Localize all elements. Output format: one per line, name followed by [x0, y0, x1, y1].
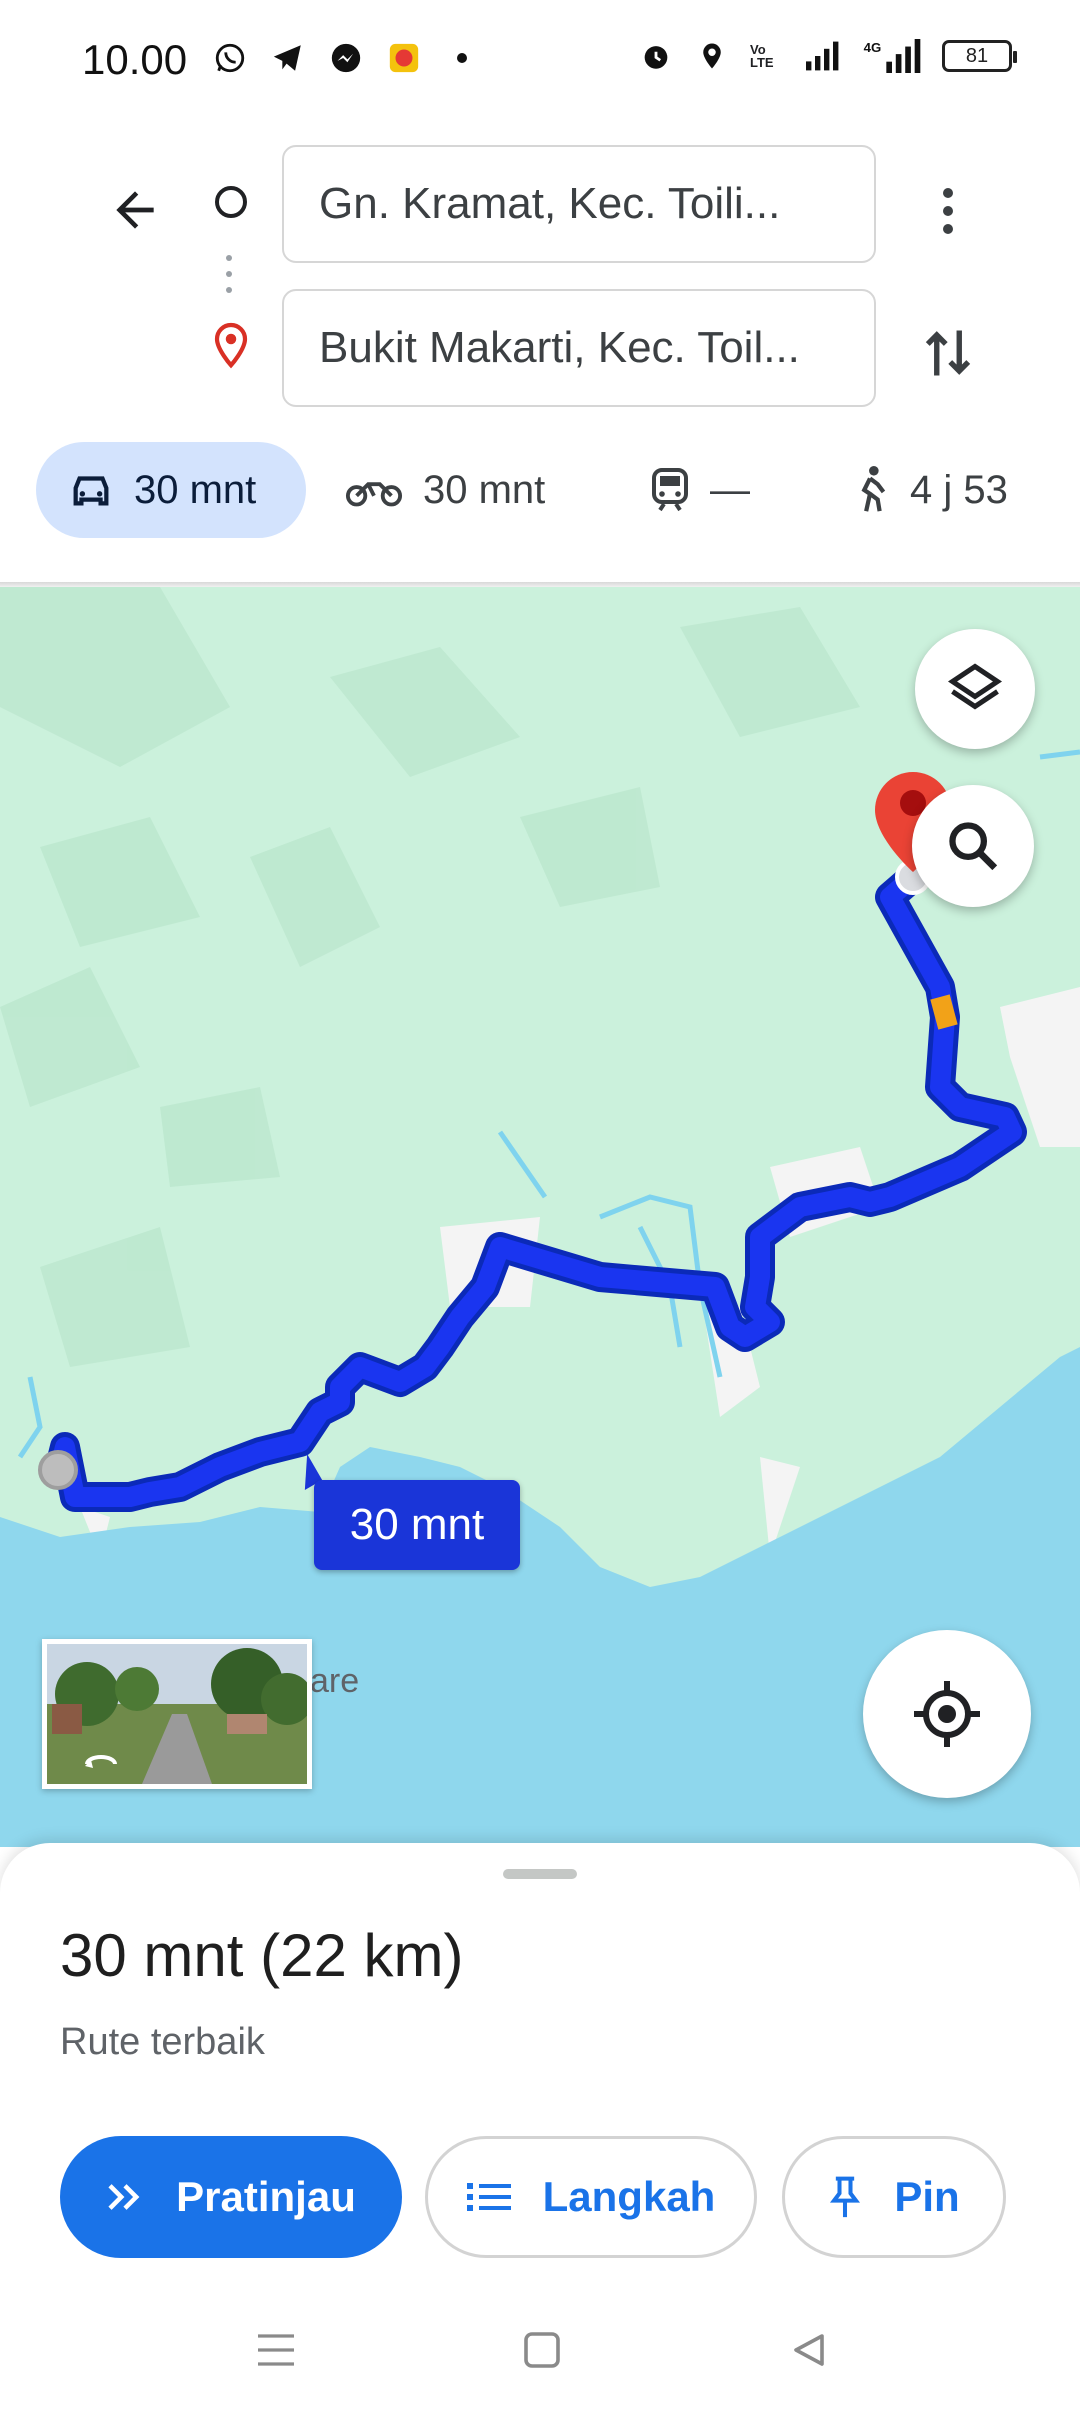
- more-vert-icon: [943, 188, 953, 234]
- preview-label: Pratinjau: [176, 2173, 356, 2220]
- mode-motorcycle[interactable]: 30 mnt: [345, 442, 545, 538]
- mode-transit-label: —: [710, 467, 750, 512]
- double-chevron-icon: [108, 2184, 140, 2210]
- telegram-icon: [270, 40, 306, 76]
- street-view-image: [47, 1644, 307, 1784]
- route-summary: 30 mnt (22 km): [60, 1922, 464, 1989]
- system-icons: Vo LTE 4G 81: [638, 38, 1017, 74]
- motorcycle-icon: [345, 482, 403, 507]
- mode-walk[interactable]: 4 j 53: [850, 442, 1008, 538]
- pushpin-icon: [830, 2176, 861, 2218]
- layers-icon: [947, 663, 1003, 710]
- mode-motorcycle-label: 30 mnt: [423, 467, 546, 512]
- mode-car[interactable]: 30 mnt: [36, 442, 306, 538]
- drag-handle[interactable]: [503, 1869, 577, 1879]
- pin-label: Pin: [894, 2173, 960, 2220]
- route-connector-dots: [226, 255, 232, 293]
- steps-button[interactable]: Langkah: [425, 2136, 757, 2258]
- home-button[interactable]: [512, 2320, 572, 2380]
- mode-walk-label: 4 j 53: [910, 467, 1008, 512]
- car-icon: [73, 476, 109, 506]
- origin-circle-icon: [215, 186, 247, 218]
- more-notifications-dot-icon: [444, 40, 480, 76]
- alarm-icon: [638, 38, 674, 74]
- arrow-back-icon: [116, 191, 154, 229]
- svg-text:4G: 4G: [864, 40, 882, 55]
- back-nav-button[interactable]: [780, 2320, 840, 2380]
- whatsapp-icon: [212, 40, 248, 76]
- location-icon: [694, 38, 730, 74]
- search-along-route-button[interactable]: [912, 785, 1034, 907]
- travel-modes: 30 mnt 30 mnt — 4 j 53: [0, 442, 1080, 552]
- my-location-icon: [914, 1681, 980, 1747]
- status-time: 10.00: [82, 36, 188, 83]
- swap-button[interactable]: [915, 315, 981, 391]
- volte-icon: Vo LTE: [750, 42, 774, 70]
- map-view[interactable]: 30 mnt are: [0, 587, 1080, 1847]
- status-bar: 10.00 Vo LTE 4G 81: [0, 0, 1080, 125]
- battery-indicator: 81: [942, 40, 1017, 72]
- more-options-button[interactable]: [920, 173, 976, 249]
- steps-label: Langkah: [542, 2173, 716, 2220]
- app-notification-icon: [386, 40, 422, 76]
- mode-car-label: 30 mnt: [134, 467, 257, 512]
- map-place-label: are: [310, 1662, 360, 1700]
- notification-icons: [212, 40, 480, 76]
- my-location-button[interactable]: [863, 1630, 1031, 1798]
- pin-button[interactable]: Pin: [782, 2136, 1006, 2258]
- swap-vert-icon: [925, 330, 971, 376]
- back-button[interactable]: [100, 175, 170, 245]
- signal-icon: [806, 38, 842, 74]
- route-eta-label[interactable]: 30 mnt: [314, 1480, 520, 1570]
- back-triangle-icon: [794, 2334, 824, 2366]
- system-navigation-bar: [0, 2290, 1080, 2412]
- directions-header: Gn. Kramat, Kec. Toili... Bukit Makarti,…: [0, 125, 1080, 585]
- recents-button[interactable]: [246, 2320, 306, 2380]
- walk-icon: [861, 465, 886, 512]
- origin-input[interactable]: Gn. Kramat, Kec. Toili...: [282, 145, 876, 263]
- home-square-icon: [524, 2332, 560, 2368]
- street-view-thumbnail[interactable]: [42, 1639, 312, 1789]
- destination-input[interactable]: Bukit Makarti, Kec. Toil...: [282, 289, 876, 407]
- list-icon: [466, 2183, 511, 2211]
- destination-pin-icon: [214, 322, 248, 369]
- layers-button[interactable]: [915, 629, 1035, 749]
- 4g-signal-icon: 4G: [862, 38, 922, 74]
- messenger-icon: [328, 40, 364, 76]
- menu-lines-icon: [258, 2334, 294, 2366]
- search-icon: [949, 822, 998, 871]
- mode-transit[interactable]: —: [650, 442, 750, 538]
- route-subtitle: Rute terbaik: [60, 2021, 265, 2063]
- preview-button[interactable]: Pratinjau: [60, 2136, 402, 2258]
- train-icon: [652, 468, 688, 512]
